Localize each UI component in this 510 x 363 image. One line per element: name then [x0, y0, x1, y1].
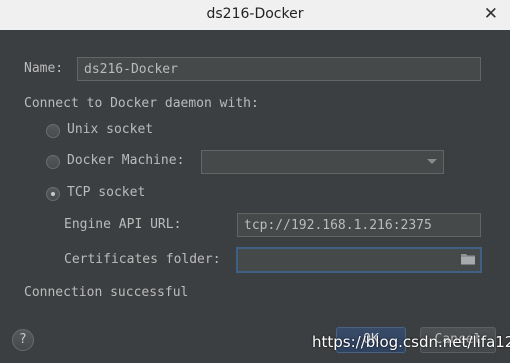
engine-api-label: Engine API URL: [64, 217, 182, 232]
title-bar: ds216-Docker ✕ [0, 0, 510, 30]
window-title: ds216-Docker [206, 6, 304, 22]
certificates-label: Certificates folder: [64, 252, 221, 267]
radio-selected-dot [51, 192, 55, 196]
watermark: https://blog.csdn.net/lifa123 [312, 333, 510, 351]
name-label: Name: [24, 61, 64, 76]
docker-machine-radio[interactable] [46, 155, 60, 169]
connection-status: Connection successful [24, 285, 189, 300]
folder-icon[interactable] [460, 252, 476, 266]
connect-heading: Connect to Docker daemon with: [24, 96, 259, 111]
unix-socket-label[interactable]: Unix socket [67, 122, 153, 137]
help-icon[interactable]: ? [12, 329, 34, 351]
engine-api-url-input[interactable] [237, 213, 481, 237]
tcp-socket-radio[interactable] [46, 187, 60, 201]
chevron-down-icon [427, 159, 437, 164]
unix-socket-radio[interactable] [46, 124, 60, 138]
name-input[interactable] [77, 57, 481, 81]
docker-machine-select[interactable] [201, 150, 444, 174]
docker-machine-label[interactable]: Docker Machine: [67, 153, 184, 168]
close-icon[interactable]: ✕ [484, 4, 498, 24]
certificates-folder-input[interactable] [236, 247, 482, 273]
tcp-socket-label[interactable]: TCP socket [67, 185, 145, 200]
